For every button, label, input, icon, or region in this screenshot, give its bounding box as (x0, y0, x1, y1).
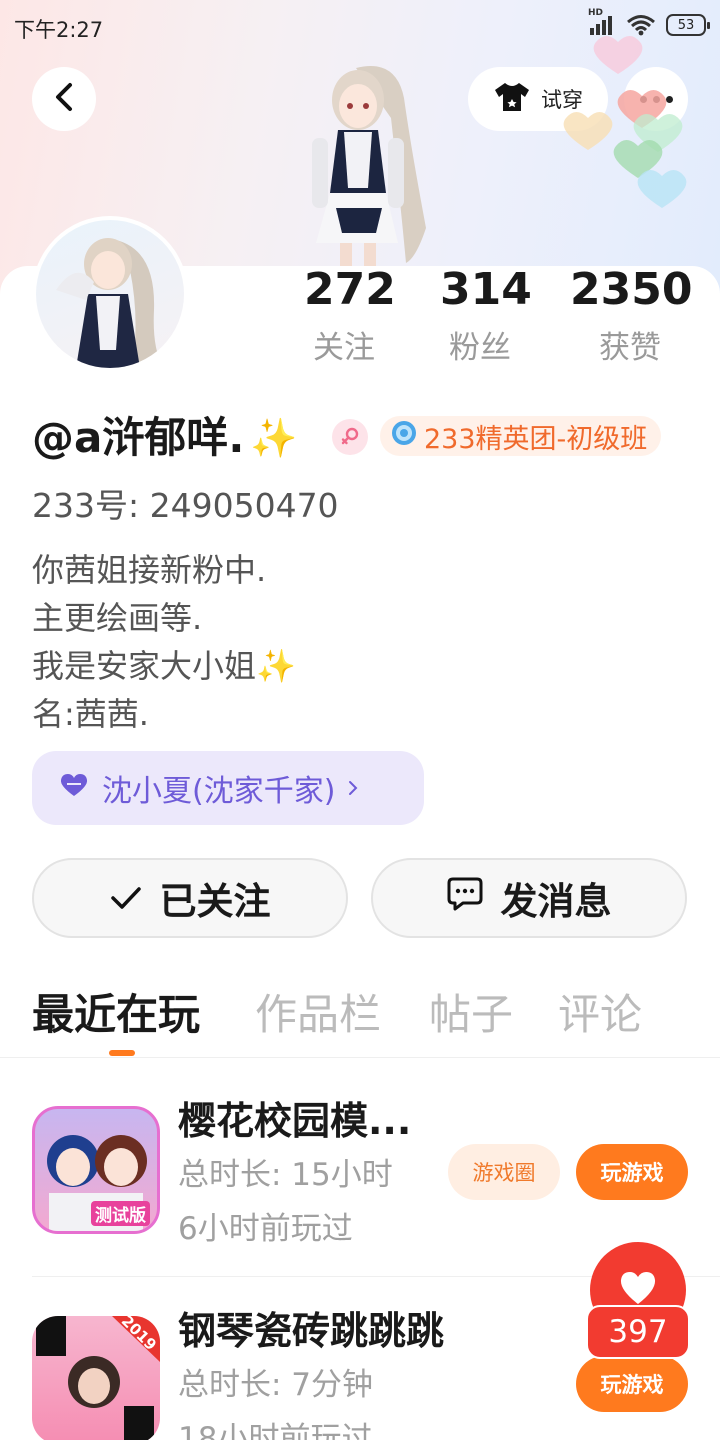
stat-likes[interactable]: 2350 获赞 (570, 264, 693, 367)
family-tag-label: 沈小夏(沈家千家) (102, 774, 336, 809)
profile-tabs: 最近在玩 作品栏 帖子 评论 (0, 986, 720, 1058)
fans-label: 粉丝 (449, 330, 511, 366)
chat-bubble-icon (447, 877, 483, 920)
game-icon-piano-tiles: 2019 (32, 1316, 160, 1440)
stat-fans[interactable]: 314 粉丝 (440, 264, 532, 367)
play-game-button[interactable]: 玩游戏 (576, 1356, 688, 1412)
tshirt-icon (493, 81, 531, 118)
female-gender-icon (332, 419, 368, 455)
heart-icon (618, 1270, 658, 1310)
avatar-image (36, 220, 184, 368)
game-icon-sakura: 测试版 (32, 1106, 160, 1234)
play-game-button[interactable]: 玩游戏 (576, 1144, 688, 1200)
bio-line: 名:茜茜. (32, 695, 149, 733)
purple-heart-icon (58, 771, 90, 806)
network-type: HD (588, 8, 604, 18)
game-icon-badge: 测试版 (91, 1201, 150, 1226)
like-count: 397 (586, 1305, 690, 1359)
tab-posts[interactable]: 帖子 (429, 986, 513, 1044)
chevron-left-icon (53, 82, 75, 116)
avatar[interactable] (32, 216, 188, 372)
tab-recently-played[interactable]: 最近在玩 (32, 986, 200, 1044)
game-last-played: 18小时前玩过 (178, 1421, 373, 1440)
game-title: 樱花校园模... (178, 1099, 412, 1143)
fans-count: 314 (440, 264, 532, 315)
tab-works[interactable]: 作品栏 (255, 986, 381, 1044)
checkmark-icon (110, 877, 142, 920)
bio: 你茜姐接新粉中. 主更绘画等. 我是安家大小姐✨ 名:茜茜. (32, 546, 296, 738)
bio-line: 我是安家大小姐✨ (32, 647, 296, 685)
avatar-character-figure (286, 58, 436, 268)
likes-count: 2350 (570, 264, 693, 315)
game-duration: 总时长: 15小时 (178, 1157, 393, 1193)
list-item[interactable]: 测试版 樱花校园模... 总时长: 15小时 6小时前玩过 游戏圈 玩游戏 (0, 1066, 720, 1276)
send-message-button[interactable]: 发消息 (371, 858, 687, 938)
game-duration: 总时长: 7分钟 (178, 1367, 374, 1403)
nickname-text: @a浒郁咩. (32, 413, 245, 462)
game-last-played: 6小时前玩过 (178, 1211, 353, 1247)
status-time: 下午2:27 (14, 18, 104, 42)
user-id: 233号: 249050470 (32, 486, 339, 525)
tab-comments[interactable]: 评论 (558, 986, 642, 1044)
followed-label: 已关注 (159, 880, 271, 923)
nickname: @a浒郁咩. ✨ (32, 410, 298, 466)
following-label: 关注 (313, 330, 375, 366)
bio-line: 你茜姐接新粉中. (32, 551, 267, 589)
rank-medal-icon (390, 419, 418, 454)
game-title: 钢琴瓷砖跳跳跳 (178, 1309, 445, 1353)
following-count: 272 (304, 264, 396, 315)
floating-hearts-decoration (560, 20, 700, 220)
send-message-label: 发消息 (500, 880, 612, 923)
game-circle-button[interactable]: 游戏圈 (448, 1144, 560, 1200)
active-tab-indicator (109, 1050, 135, 1056)
stat-following[interactable]: 272 关注 (304, 264, 396, 367)
family-tag[interactable]: 沈小夏(沈家千家) (32, 751, 424, 825)
chevron-right-icon (347, 771, 359, 806)
rank-badge-label: 233精英团-初级班 (424, 423, 648, 455)
followed-button[interactable]: 已关注 (32, 858, 348, 938)
rank-badge[interactable]: 233精英团-初级班 (380, 416, 662, 456)
back-button[interactable] (32, 67, 96, 131)
bio-line: 主更绘画等. (32, 599, 203, 637)
likes-label: 获赞 (599, 330, 661, 366)
sparkle-icon: ✨ (250, 416, 298, 460)
